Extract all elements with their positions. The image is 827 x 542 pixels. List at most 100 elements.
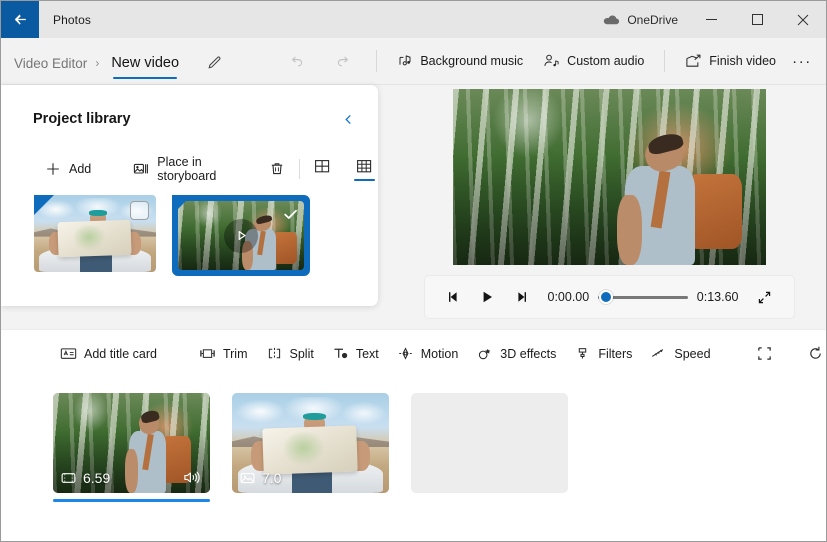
next-frame-icon — [514, 290, 529, 304]
library-item-map-photo[interactable] — [34, 195, 156, 272]
library-item-checkbox-checked[interactable] — [280, 204, 300, 224]
redo-button[interactable] — [326, 44, 360, 78]
image-icon — [240, 471, 255, 485]
storyboard-clip-1[interactable]: 6.59 — [53, 393, 210, 502]
command-bar-divider-2 — [664, 50, 666, 72]
place-in-storyboard-icon — [133, 161, 149, 177]
speed-button[interactable]: Speed — [641, 338, 719, 370]
onedrive-status[interactable]: OneDrive — [593, 1, 688, 38]
library-view-small-underline — [354, 178, 376, 181]
breadcrumb-separator: › — [95, 55, 100, 70]
command-bar: Video Editor › New video Background musi… — [1, 38, 826, 85]
clip-1-selected-underline — [53, 499, 210, 502]
clip-1-duration: 6.59 — [83, 470, 111, 486]
filters-label: Filters — [598, 346, 633, 361]
chevron-left-icon — [342, 113, 355, 126]
undo-icon — [288, 52, 306, 70]
window-controls — [688, 1, 826, 38]
custom-audio-button[interactable]: Custom audio — [533, 44, 654, 78]
speed-label: Speed — [674, 346, 711, 361]
library-view-small-button[interactable] — [352, 158, 378, 181]
breadcrumb-new-video[interactable]: New video — [107, 55, 183, 77]
clip-1-audio-indicator — [183, 470, 201, 485]
project-library-header: Project library — [1, 85, 378, 131]
redo-icon — [334, 52, 352, 70]
onedrive-label: OneDrive — [627, 12, 678, 27]
place-in-storyboard-label: Place in storyboard — [157, 155, 217, 183]
maximize-button[interactable] — [734, 1, 780, 38]
person-headband — [88, 210, 108, 216]
library-play-overlay[interactable] — [224, 218, 258, 253]
add-title-card-button[interactable]: Add title card — [51, 338, 166, 370]
clip-1-badge: 6.59 — [61, 470, 110, 486]
background-music-button[interactable]: Background music — [387, 44, 533, 78]
title-bar: Photos OneDrive — [1, 1, 826, 38]
clip-2-person-headband — [302, 413, 327, 420]
library-view-large-button[interactable] — [310, 158, 336, 181]
volume-icon — [183, 470, 201, 485]
pencil-icon — [206, 55, 223, 72]
text-button[interactable]: Text — [323, 338, 388, 370]
trash-icon — [269, 161, 285, 177]
preview-hiker-arm — [617, 194, 643, 265]
play-icon — [480, 290, 495, 304]
speed-icon — [650, 346, 667, 361]
library-toolbar-separator — [298, 159, 300, 179]
rename-project-button[interactable] — [201, 51, 227, 77]
text-label: Text — [355, 346, 379, 361]
scrubber-thumb[interactable] — [599, 290, 614, 304]
cloud-icon — [603, 13, 620, 26]
clip-empty-placeholder[interactable] — [411, 393, 568, 493]
clip-1-thumbnail[interactable]: 6.59 — [53, 393, 210, 493]
back-button[interactable] — [1, 1, 39, 38]
trim-icon — [199, 346, 216, 361]
library-item-corner-flag-selected — [172, 195, 192, 215]
close-button[interactable] — [780, 1, 826, 38]
command-bar-divider — [376, 50, 378, 72]
film-icon — [61, 471, 76, 485]
storyboard-clip-2[interactable]: 7.0 — [232, 393, 389, 493]
library-item-corner-flag — [34, 195, 54, 215]
motion-button[interactable]: Motion — [388, 338, 468, 370]
add-media-label: Add — [69, 162, 92, 176]
undo-button[interactable] — [280, 44, 314, 78]
3d-effects-button[interactable]: 3D effects — [467, 338, 565, 370]
minimize-button[interactable] — [688, 1, 734, 38]
previous-frame-icon — [446, 290, 461, 304]
video-preview-frame[interactable] — [452, 89, 766, 265]
collapse-library-button[interactable] — [336, 107, 360, 131]
library-item-checkbox[interactable] — [130, 201, 149, 220]
storyboard-clip-empty[interactable] — [411, 393, 568, 493]
filters-button[interactable]: Filters — [565, 338, 641, 370]
previous-frame-button[interactable] — [437, 281, 471, 313]
clip-2-thumbnail[interactable]: 7.0 — [232, 393, 389, 493]
playback-scrubber[interactable] — [598, 289, 688, 305]
play-button[interactable] — [471, 281, 505, 313]
fullscreen-button[interactable] — [748, 281, 782, 313]
clip-2-badge: 7.0 — [240, 470, 281, 486]
rotate-icon — [807, 345, 824, 362]
music-note-icon — [397, 53, 413, 69]
current-time-label: 0:00.00 — [547, 290, 590, 304]
library-item-forest-video[interactable] — [172, 195, 310, 276]
project-library-title: Project library — [33, 111, 131, 127]
add-media-button[interactable]: Add — [37, 154, 99, 184]
clip-2-paper-map — [262, 425, 359, 475]
app-title: Photos — [53, 12, 91, 27]
split-button[interactable]: Split — [257, 338, 323, 370]
finish-video-button[interactable]: Finish video — [675, 44, 786, 78]
rotate-button[interactable] — [807, 338, 824, 370]
breadcrumb-video-editor[interactable]: Video Editor — [14, 56, 87, 85]
library-delete-button[interactable] — [264, 154, 289, 184]
preview-forest-scene-art — [452, 89, 766, 265]
trim-button[interactable]: Trim — [190, 338, 257, 370]
add-title-card-label: Add title card — [84, 346, 157, 361]
place-in-storyboard-button[interactable]: Place in storyboard — [125, 154, 248, 184]
backpack — [273, 232, 298, 264]
breadcrumb-active-underline — [113, 76, 178, 79]
clip-2-duration: 7.0 — [262, 470, 282, 486]
next-frame-button[interactable] — [505, 281, 539, 313]
grid-small-icon — [356, 158, 373, 175]
command-bar-overflow-button[interactable]: ··· — [786, 44, 818, 78]
crop-button[interactable] — [756, 338, 773, 370]
